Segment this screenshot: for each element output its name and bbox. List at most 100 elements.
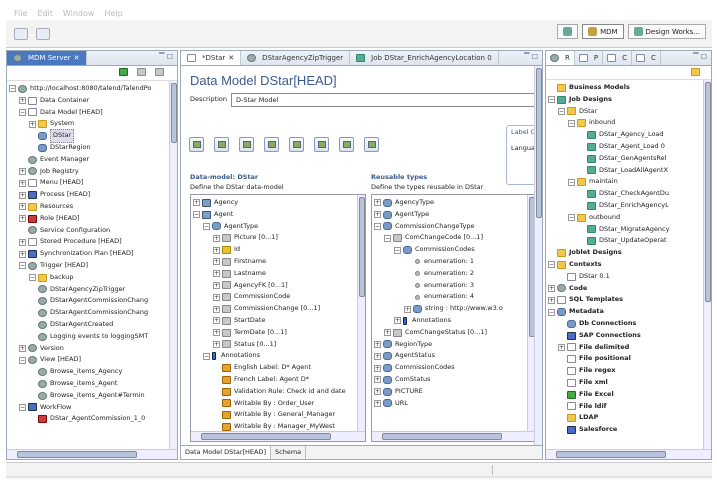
tree-item[interactable]: + ComStatus <box>374 374 535 386</box>
expand-icon[interactable]: + <box>404 305 411 313</box>
expand-icon[interactable]: + <box>213 293 220 301</box>
paste-button[interactable] <box>264 137 279 152</box>
expand-icon[interactable]: + <box>374 199 381 207</box>
tree-item[interactable]: DStarAgentCreated <box>9 319 177 331</box>
tree-item[interactable]: − Data Model [HEAD] <box>9 107 177 119</box>
collapse-icon[interactable]: − <box>568 214 575 222</box>
expand-icon[interactable]: + <box>548 296 555 304</box>
expand-icon[interactable]: + <box>213 270 220 278</box>
tab-page[interactable]: Data Model DStar[HEAD] <box>181 446 272 459</box>
expand-icon[interactable]: + <box>374 388 381 396</box>
tree-item[interactable]: + Lastname <box>193 268 365 280</box>
tree-item[interactable]: Business Models <box>548 82 711 94</box>
expand-icon[interactable]: + <box>213 305 220 313</box>
collapse-icon[interactable]: − <box>203 352 210 360</box>
expand-icon[interactable]: + <box>213 246 220 254</box>
tree-item[interactable]: − CommissionCodes <box>374 244 535 256</box>
right-window-controls[interactable]: ▔ ☐ <box>693 53 707 61</box>
tree-item[interactable]: File regex <box>548 365 711 377</box>
tree-item[interactable]: + AgentStatus <box>374 350 535 362</box>
tree-item[interactable]: Salesforce <box>548 424 711 436</box>
tree-item[interactable]: − CommissionChangeType <box>374 221 535 233</box>
expand-icon[interactable]: + <box>19 179 26 187</box>
tree-item[interactable]: − Metadata <box>548 306 711 318</box>
expand-icon[interactable]: + <box>374 211 381 219</box>
tree-item[interactable]: DStar 0.1 <box>548 271 711 283</box>
tree-item[interactable]: DStarAgencyZipTrigger <box>9 284 177 296</box>
left-horizontal-scrollbar[interactable] <box>7 449 177 459</box>
tree-item[interactable]: Writable By : Order_User <box>193 398 365 410</box>
tree-item[interactable]: Db Connections <box>548 318 711 330</box>
tab-view[interactable]: R <box>546 51 575 65</box>
tree-item[interactable]: + Data Container <box>9 95 177 107</box>
tab-view[interactable]: C <box>632 51 661 65</box>
collapse-icon[interactable]: − <box>548 308 555 316</box>
editor-window-controls[interactable]: ▔ ☐ <box>524 53 538 61</box>
delete-element-button[interactable] <box>214 137 229 152</box>
tree-item[interactable]: + ComChangeStatus [0...1] <box>374 327 535 339</box>
tree-item[interactable]: + AgencyType <box>374 197 535 209</box>
datamodel-vertical-scrollbar[interactable] <box>357 195 365 431</box>
tree-item[interactable]: − DStar <box>548 106 711 118</box>
tree-item[interactable]: Browse_items_Agent#Termin <box>9 390 177 402</box>
tree-item[interactable]: Writable By : General_Manager <box>193 409 365 421</box>
tree-item[interactable]: + Process [HEAD] <box>9 189 177 201</box>
tree-item[interactable]: − Annotations <box>193 350 365 362</box>
tree-item[interactable]: File positional <box>548 353 711 365</box>
expand-icon[interactable]: + <box>374 399 381 407</box>
tree-item[interactable]: + CommissionCode <box>193 291 365 303</box>
tab-mdm-server[interactable]: MDM Server ✕ <box>7 51 87 65</box>
tree-item[interactable]: File xml <box>548 377 711 389</box>
tree-item[interactable]: + Version <box>9 343 177 355</box>
new-icon[interactable] <box>36 27 50 40</box>
tree-item[interactable]: − Agent <box>193 209 365 221</box>
left-vertical-scrollbar[interactable] <box>169 81 177 449</box>
tree-item[interactable]: DStar <box>9 129 177 143</box>
collapse-icon[interactable]: − <box>548 261 555 269</box>
expand-icon[interactable]: + <box>19 167 26 175</box>
expand-icon[interactable]: + <box>19 344 26 352</box>
tree-item[interactable]: DStar_Agent_Load 0 <box>548 141 711 153</box>
expand-icon[interactable]: + <box>374 340 381 348</box>
tree-item[interactable]: − http://localhost:8080/talend/TalendPo <box>9 83 177 95</box>
tree-item[interactable]: + PICTURE <box>374 386 535 398</box>
tree-item[interactable]: − inbound <box>548 117 711 129</box>
tree-item[interactable]: Browse_items_Agency <box>9 366 177 378</box>
collapse-icon[interactable]: − <box>29 274 36 282</box>
tree-item[interactable]: enumeration: 1 <box>374 256 535 268</box>
expand-icon[interactable]: + <box>374 376 381 384</box>
menu-item[interactable]: Window <box>63 9 95 18</box>
tree-item[interactable]: SAP Connections <box>548 330 711 342</box>
expand-icon[interactable]: + <box>374 364 381 372</box>
tree-item[interactable]: enumeration: 3 <box>374 280 535 292</box>
collapse-icon[interactable]: − <box>19 262 26 270</box>
tree-item[interactable]: + SQL Templates <box>548 294 711 306</box>
tree-item[interactable]: DStar_LoadAllAgentX <box>548 165 711 177</box>
expand-icon[interactable]: + <box>213 317 220 325</box>
tree-item[interactable]: Service Configuration <box>9 225 177 237</box>
tab-view[interactable]: P <box>575 51 604 65</box>
close-icon[interactable]: ✕ <box>74 54 80 62</box>
tree-item[interactable]: File Excel <box>548 389 711 401</box>
tree-item[interactable]: + Id <box>193 244 365 256</box>
tree-item[interactable]: DStar_AgentCommission_1_0 <box>9 413 177 425</box>
expand-icon[interactable]: + <box>548 284 555 292</box>
tree-item[interactable]: DStarAgentCommissionChang <box>9 295 177 307</box>
tree-item[interactable]: + Annotations <box>374 315 535 327</box>
tree-item[interactable]: + CommissionCodes <box>374 362 535 374</box>
back-icon[interactable] <box>137 68 146 76</box>
expand-icon[interactable]: + <box>19 191 26 199</box>
tree-item[interactable]: + Picture [0...1] <box>193 232 365 244</box>
tree-item[interactable]: + Status [0...1] <box>193 339 365 351</box>
tree-item[interactable]: − outbound <box>548 212 711 224</box>
tab-editor[interactable]: DStarAgencyZipTrigger <box>241 51 351 65</box>
reusable-horizontal-scrollbar[interactable] <box>372 431 535 441</box>
tree-item[interactable]: Validation Rule: Check id and date <box>193 386 365 398</box>
collapse-icon[interactable]: − <box>203 222 210 230</box>
tree-item[interactable]: + Firstname <box>193 256 365 268</box>
tree-item[interactable]: DStarRegion <box>9 142 177 154</box>
expand-icon[interactable]: + <box>19 97 26 105</box>
expand-icon[interactable]: + <box>29 120 36 128</box>
add-element-button[interactable] <box>189 137 204 152</box>
expand-icon[interactable]: + <box>19 203 26 211</box>
